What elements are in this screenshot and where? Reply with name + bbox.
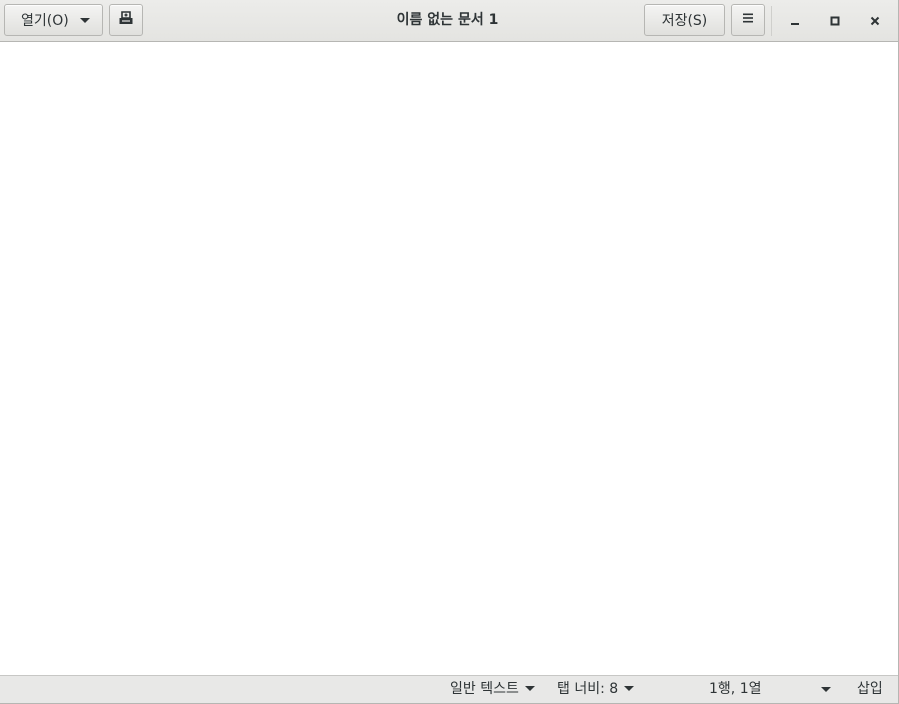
save-button[interactable]: 저장(S) (644, 4, 725, 36)
insert-mode-indicator[interactable]: 삽입 (857, 676, 883, 703)
maximize-button[interactable] (822, 7, 848, 33)
tab-width-label: 탭 너비: 8 (557, 681, 619, 697)
tab-width-selector[interactable]: 탭 너비: 8 (557, 676, 635, 703)
new-document-icon (118, 10, 134, 30)
status-bar: 일반 텍스트 탭 너비: 8 1행, 1열 삽입 (0, 675, 898, 703)
header-separator (771, 6, 772, 36)
open-button[interactable]: 열기(O) (4, 4, 103, 36)
chevron-down-icon[interactable] (821, 687, 831, 692)
chevron-down-icon (624, 685, 635, 691)
cursor-position-selector[interactable]: 1행, 1열 (709, 676, 761, 703)
text-editor-area[interactable] (0, 43, 898, 675)
chevron-down-icon (524, 685, 535, 691)
language-selector[interactable]: 일반 텍스트 (450, 676, 535, 703)
save-button-label: 저장(S) (661, 13, 708, 29)
close-button[interactable] (862, 7, 888, 33)
maximize-icon (830, 11, 840, 30)
insert-mode-label: 삽입 (857, 681, 883, 697)
cursor-position-label: 1행, 1열 (709, 681, 762, 697)
window-title: 이름 없는 문서 1 (396, 12, 499, 28)
new-document-button[interactable] (109, 4, 143, 36)
minimize-icon (790, 11, 800, 30)
close-icon (870, 11, 880, 30)
language-label: 일반 텍스트 (450, 681, 519, 697)
gedit-window: 열기(O) 이름 없는 문서 1 저장(S) 일반 텍스트 탭 너비: 8 1행… (0, 0, 899, 704)
hamburger-menu-icon (742, 12, 754, 28)
menu-button[interactable] (731, 4, 765, 36)
header-bar: 열기(O) 이름 없는 문서 1 저장(S) (0, 0, 898, 42)
chevron-down-icon (80, 18, 90, 23)
open-button-label: 열기(O) (21, 13, 69, 29)
minimize-button[interactable] (782, 7, 808, 33)
